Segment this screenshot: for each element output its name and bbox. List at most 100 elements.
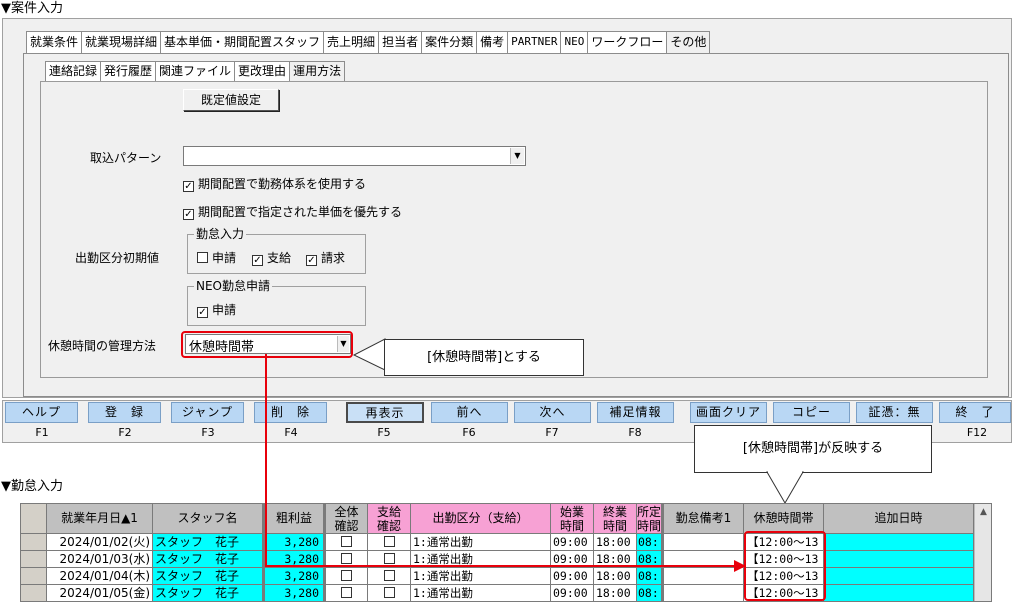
cell-pay-confirm[interactable]	[368, 551, 411, 568]
table-row[interactable]: 2024/01/02(火) スタッフ 花子 3,280 1:通常出勤 09:00…	[21, 534, 974, 551]
cell-start[interactable]: 09:00	[551, 568, 594, 585]
neo-apply-checkbox[interactable]: ✓	[197, 307, 208, 318]
cell-end[interactable]: 18:00	[594, 534, 637, 551]
cell-end[interactable]: 18:00	[594, 585, 637, 601]
subtab-operation-method[interactable]: 運用方法	[290, 61, 346, 82]
cell-note[interactable]	[662, 534, 744, 551]
pay-confirm-checkbox[interactable]	[383, 587, 395, 598]
table-row[interactable]: 2024/01/05(金) スタッフ 花子 3,280 1:通常出勤 09:00…	[21, 585, 974, 601]
scroll-up-icon[interactable]: ▲	[975, 504, 991, 521]
cell-date[interactable]: 2024/01/05(金)	[47, 585, 153, 601]
header-pay-confirm[interactable]: 支給 確認	[368, 504, 411, 534]
tab-other[interactable]: その他	[667, 31, 711, 54]
supplement-info-button[interactable]: 補足情報	[597, 402, 674, 423]
register-button[interactable]: 登 録	[88, 402, 161, 423]
attendance-option-bill[interactable]: ✓ 請求	[306, 249, 345, 266]
header-added-datetime[interactable]: 追加日時	[824, 504, 974, 534]
cell-date[interactable]: 2024/01/03(水)	[47, 551, 153, 568]
cell-pay-confirm[interactable]	[368, 585, 411, 601]
cell-attendance-type[interactable]: 1:通常出勤	[411, 585, 551, 601]
evidence-button[interactable]: 証憑：無	[856, 402, 933, 423]
cell-start[interactable]: 09:00	[551, 551, 594, 568]
all-confirm-checkbox[interactable]	[341, 536, 352, 547]
cell-end[interactable]: 18:00	[594, 551, 637, 568]
cell-staff[interactable]: スタッフ 花子	[153, 534, 263, 551]
cell-required[interactable]: 08:	[637, 585, 662, 601]
row-selector[interactable]	[21, 568, 47, 585]
cell-note[interactable]	[662, 551, 744, 568]
cell-start[interactable]: 09:00	[551, 534, 594, 551]
clear-screen-button[interactable]: 画面クリア	[690, 402, 767, 423]
tab-neo[interactable]: NEO	[561, 31, 589, 53]
cell-attendance-type[interactable]: 1:通常出勤	[411, 551, 551, 568]
pay-confirm-checkbox[interactable]	[383, 570, 395, 581]
cell-gross[interactable]: 3,280	[263, 534, 324, 551]
cell-end[interactable]: 18:00	[594, 568, 637, 585]
cell-start[interactable]: 09:00	[551, 585, 594, 601]
prev-button[interactable]: 前へ	[431, 402, 508, 423]
prioritize-price-checkbox[interactable]: ✓	[183, 209, 194, 220]
header-staff[interactable]: スタッフ名	[153, 504, 263, 534]
tab-site-details[interactable]: 就業現場詳細	[82, 31, 162, 53]
header-break-time[interactable]: 休憩時間帯	[744, 504, 824, 534]
use-work-system-checkbox[interactable]: ✓	[183, 181, 194, 192]
help-button[interactable]: ヘルプ	[5, 402, 78, 423]
cell-pay-confirm[interactable]	[368, 568, 411, 585]
cell-staff[interactable]: スタッフ 花子	[153, 568, 263, 585]
row-selector[interactable]	[21, 585, 47, 601]
import-pattern-select[interactable]: ▼	[183, 146, 526, 166]
subtab-renewal-reason[interactable]: 更改理由	[235, 61, 291, 82]
all-confirm-checkbox[interactable]	[341, 570, 352, 581]
tab-base-price-staff[interactable]: 基本単価・期間配置スタッフ	[161, 31, 325, 53]
copy-button[interactable]: コピー	[773, 402, 850, 423]
redisplay-button[interactable]: 再表示	[346, 402, 424, 423]
all-confirm-checkbox[interactable]	[341, 553, 352, 564]
tab-workflow[interactable]: ワークフロー	[588, 31, 668, 53]
cell-gross[interactable]: 3,280	[263, 551, 324, 568]
pay-confirm-checkbox[interactable]	[383, 536, 395, 547]
pay-confirm-checkbox[interactable]	[383, 553, 395, 564]
subtab-related-files[interactable]: 関連ファイル	[156, 61, 236, 82]
pay-checkbox[interactable]: ✓	[252, 255, 263, 266]
cell-pay-confirm[interactable]	[368, 534, 411, 551]
cell-gross[interactable]: 3,280	[263, 585, 324, 601]
header-attendance-note[interactable]: 勤怠備考1	[662, 504, 744, 534]
cell-added[interactable]	[824, 551, 974, 568]
header-start-time[interactable]: 始業 時間	[551, 504, 594, 534]
prioritize-price-option[interactable]: ✓ 期間配置で指定された単価を優先する	[183, 203, 402, 220]
all-confirm-checkbox[interactable]	[341, 587, 352, 598]
apply-checkbox[interactable]	[197, 252, 208, 263]
cell-staff[interactable]: スタッフ 花子	[153, 585, 263, 601]
tab-remarks[interactable]: 備考	[477, 31, 509, 53]
header-end-time[interactable]: 終業 時間	[594, 504, 637, 534]
cell-required[interactable]: 08:	[637, 534, 662, 551]
jump-button[interactable]: ジャンプ	[171, 402, 244, 423]
header-attendance-type[interactable]: 出勤区分（支給）	[411, 504, 551, 534]
next-button[interactable]: 次へ	[514, 402, 591, 423]
cell-required[interactable]: 08:	[637, 551, 662, 568]
tab-sales-details[interactable]: 売上明細	[324, 31, 380, 53]
delete-button[interactable]: 削 除	[254, 402, 327, 423]
tab-case-category[interactable]: 案件分類	[422, 31, 478, 53]
header-required-time[interactable]: 所定 時間	[637, 504, 662, 534]
tab-partner[interactable]: PARTNER	[508, 31, 562, 53]
cell-attendance-type[interactable]: 1:通常出勤	[411, 534, 551, 551]
cell-all-confirm[interactable]	[324, 551, 368, 568]
row-selector[interactable]	[21, 551, 47, 568]
cell-all-confirm[interactable]	[324, 568, 368, 585]
cell-added[interactable]	[824, 585, 974, 601]
grid-scrollbar[interactable]: ▲	[974, 504, 991, 601]
header-gross[interactable]: 粗利益	[263, 504, 324, 534]
default-settings-button[interactable]: 既定値設定	[183, 89, 279, 111]
tab-work-conditions[interactable]: 就業条件	[26, 31, 83, 53]
cell-added[interactable]	[824, 568, 974, 585]
cell-attendance-type[interactable]: 1:通常出勤	[411, 568, 551, 585]
chevron-down-icon[interactable]: ▼	[510, 148, 524, 164]
attendance-option-apply[interactable]: 申請	[197, 249, 236, 266]
exit-button[interactable]: 終 了	[939, 402, 1011, 423]
header-all-confirm[interactable]: 全体 確認	[324, 504, 368, 534]
cell-gross[interactable]: 3,280	[263, 568, 324, 585]
subtab-contact-log[interactable]: 連絡記録	[45, 61, 102, 82]
table-row[interactable]: 2024/01/03(水) スタッフ 花子 3,280 1:通常出勤 09:00…	[21, 551, 974, 568]
cell-all-confirm[interactable]	[324, 585, 368, 601]
